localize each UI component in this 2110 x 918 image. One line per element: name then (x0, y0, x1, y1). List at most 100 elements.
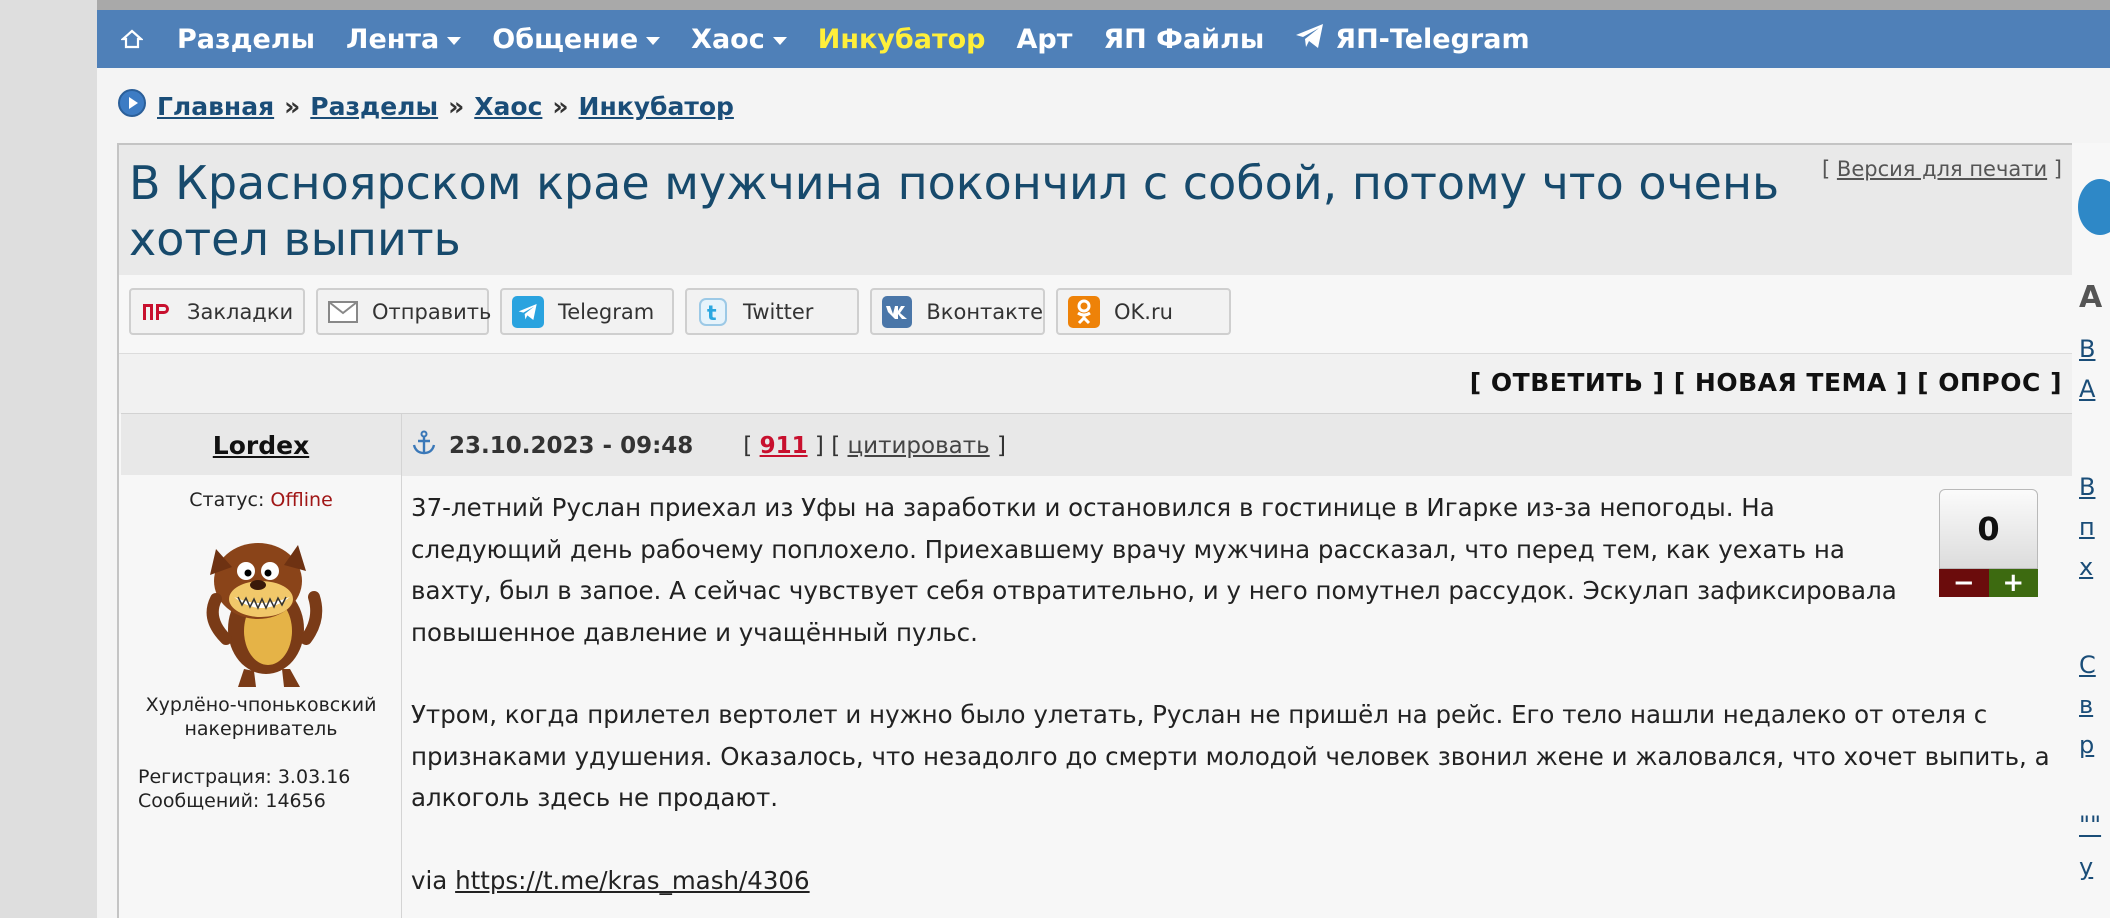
rating-value: 0 (1939, 489, 2038, 569)
post-rating: 0 − + (1939, 489, 2038, 598)
sidebar-heading-fragment: А (2079, 280, 2103, 315)
vk-share-button[interactable]: Вконтакте (870, 288, 1045, 335)
breadcrumb-khaos[interactable]: Хаос (474, 92, 542, 121)
post-paragraph: 37-летний Руслан приехал из Уфы на зараб… (411, 493, 1897, 647)
page: Разделы Лента Общение Хаос Инкубатор Арт… (97, 0, 2110, 918)
sidebar-link-fragment[interactable]: "" (2079, 811, 2101, 839)
breadcrumb-home[interactable]: Главная (157, 92, 274, 121)
nav-razdely[interactable]: Разделы (177, 24, 315, 55)
send-label: Отправить (372, 299, 492, 324)
source-link[interactable]: https://t.me/kras_mash/4306 (455, 866, 809, 895)
rating-minus-button[interactable]: − (1939, 568, 1989, 598)
nav-khaos-label: Хаос (691, 23, 765, 55)
sidebar-link-fragment[interactable]: в (2079, 691, 2093, 719)
breadcrumb-inkubator[interactable]: Инкубатор (579, 92, 734, 121)
send-button[interactable]: Отправить (316, 288, 492, 335)
nav-yap-files[interactable]: ЯП Файлы (1103, 24, 1264, 55)
nav-yap-telegram-label: ЯП-Telegram (1335, 23, 1530, 55)
nav-yap-telegram[interactable]: ЯП-Telegram (1295, 23, 1530, 56)
telegram-icon (512, 295, 544, 328)
nav-khaos[interactable]: Хаос (691, 24, 787, 55)
nav-art[interactable]: Арт (1017, 24, 1073, 55)
chevron-down-icon (646, 36, 661, 45)
main-nav: Разделы Лента Общение Хаос Инкубатор Арт… (97, 10, 2110, 68)
status-label: Статус: (189, 489, 265, 511)
post-number-link[interactable]: 911 (760, 433, 808, 459)
sidebar-link-fragment[interactable]: В (2079, 473, 2095, 501)
home-icon[interactable] (121, 29, 143, 49)
nav-obshchenie[interactable]: Общение (492, 23, 661, 55)
breadcrumb: Главная » Разделы » Хаос » Инкубатор (117, 88, 734, 124)
post-paragraph: Утром, когда прилетел вертолет и нужно б… (411, 700, 2050, 812)
sidebar-link-fragment[interactable]: С (2079, 651, 2096, 679)
nav-lenta[interactable]: Лента (346, 24, 462, 55)
user-messages: Сообщений: 14656 (138, 790, 326, 812)
sidebar-link-fragment[interactable]: р (2079, 731, 2094, 759)
topic-actions-bar: [ ОТВЕТИТЬ ] [ НОВАЯ ТЕМА ] [ ОПРОС ] (119, 353, 2074, 414)
sidebar-link-fragment[interactable]: у (2079, 853, 2093, 881)
bookmarks-label: Закладки (187, 299, 294, 324)
chevron-down-icon (772, 36, 787, 45)
rating-plus-button[interactable]: + (1988, 568, 2038, 598)
sidebar-link-fragment[interactable]: А (2079, 375, 2095, 403)
share-bar: Закладки Отправить Telegram t Twitter Вк… (129, 288, 1242, 335)
topic-header: В Красноярском крае мужчина покончил с с… (119, 145, 2074, 275)
post-text: 37-летний Руслан приехал из Уфы на зараб… (411, 487, 2051, 918)
print-version-link[interactable]: Версия для печати (1837, 157, 2047, 181)
nav-inkubator[interactable]: Инкубатор (818, 24, 986, 55)
print-version: [ Версия для печати ] (1822, 157, 2062, 181)
nav-obshchenie-label: Общение (492, 23, 639, 55)
twitter-share-label: Twitter (743, 299, 814, 324)
user-rank-line1: Хурлёно-чпоньковский (145, 694, 377, 716)
user-rank-line2: накерниватель (184, 718, 338, 740)
post-links: [ 911 ] [ цитировать ] (743, 433, 1007, 459)
post-source: via https://t.me/kras_mash/4306 (411, 860, 2051, 902)
avatar[interactable] (186, 519, 336, 693)
topic-title: В Красноярском крае мужчина покончил с с… (129, 156, 1780, 266)
ok-share-label: OK.ru (1114, 299, 1173, 324)
sidebar-link-fragment[interactable]: п (2079, 513, 2095, 541)
sidebar-link-fragment[interactable]: В (2079, 335, 2095, 363)
ok-icon (1068, 295, 1100, 328)
ok-share-button[interactable]: OK.ru (1056, 288, 1231, 335)
breadcrumb-separator: » (284, 91, 301, 121)
quote-link[interactable]: цитировать (847, 433, 989, 459)
author-cell: Lordex (121, 414, 402, 476)
topic-container: В Красноярском крае мужчина покончил с с… (117, 143, 2076, 918)
post-header: Lordex 23.10.2023 - 09:48 [ 911 ] [ цити… (121, 413, 2072, 476)
sidebar-link-fragment[interactable]: х (2079, 553, 2093, 581)
poll-button[interactable]: ОПРОС (1938, 368, 2041, 397)
telegram-share-label: Telegram (558, 299, 655, 324)
rating-buttons: − + (1939, 568, 2038, 598)
reply-button[interactable]: ОТВЕТИТЬ (1491, 368, 1644, 397)
post-date: 23.10.2023 - 09:48 (449, 433, 694, 459)
vk-icon (882, 295, 913, 328)
via-label: via (411, 865, 448, 895)
status-value: Offline (270, 489, 333, 511)
bookmarks-button[interactable]: Закладки (129, 288, 305, 335)
new-topic-button[interactable]: НОВАЯ ТЕМА (1695, 368, 1887, 397)
chevron-down-icon (447, 36, 462, 45)
breadcrumb-razdely[interactable]: Разделы (310, 92, 438, 121)
sidebar-avatar[interactable] (2078, 179, 2110, 235)
anchor-icon[interactable] (411, 430, 437, 462)
twitter-share-button[interactable]: t Twitter (685, 288, 859, 335)
telegram-share-button[interactable]: Telegram (500, 288, 674, 335)
twitter-icon: t (697, 296, 729, 328)
right-sidebar-partial: А В А В п х С в р "" у (2072, 143, 2110, 918)
play-circle-icon (117, 88, 147, 124)
user-info: Статус: Offline Хурлёно-чпоньковский нак… (121, 475, 402, 918)
user-registration: Регистрация: 3.03.16 (138, 766, 351, 788)
post-body: Статус: Offline Хурлёно-чпоньковский нак… (121, 475, 2072, 918)
breadcrumb-separator: » (448, 91, 465, 121)
topic-actions: [ ОТВЕТИТЬ ] [ НОВАЯ ТЕМА ] [ ОПРОС ] (1469, 368, 2062, 397)
vk-share-label: Вконтакте (926, 299, 1043, 324)
breadcrumb-separator: » (552, 91, 569, 121)
top-strip (97, 0, 2110, 10)
telegram-plane-icon (1295, 23, 1325, 56)
post-meta: 23.10.2023 - 09:48 [ 911 ] [ цитировать … (411, 430, 1006, 462)
user-status: Статус: Offline (121, 489, 401, 511)
envelope-icon (328, 296, 358, 328)
yap-icon (141, 296, 173, 328)
author-name[interactable]: Lordex (213, 431, 309, 460)
